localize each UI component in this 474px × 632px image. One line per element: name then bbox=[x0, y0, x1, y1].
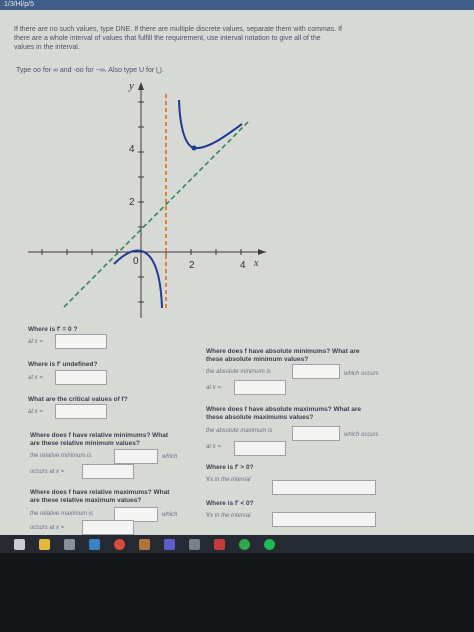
chrome-icon[interactable] bbox=[114, 538, 125, 550]
q4-occurs: occurs at x = bbox=[30, 469, 65, 475]
q1-input[interactable] bbox=[55, 334, 107, 349]
curve-right-branch bbox=[178, 99, 243, 150]
slant-asymptote bbox=[63, 119, 251, 308]
function-graph: 4 2 0 2 4 y x bbox=[28, 80, 266, 318]
q2-input[interactable] bbox=[55, 370, 107, 385]
q6-abs-min-input[interactable] bbox=[292, 364, 340, 379]
q4-label-2: are these relative minimum values? bbox=[30, 440, 140, 447]
instructions-line-3: values in the interval. bbox=[14, 44, 80, 51]
q4-min-value-input[interactable] bbox=[114, 449, 158, 464]
q6-label-2: these absolute minimum values? bbox=[206, 356, 309, 363]
q5-label-2: are these relative maximum values? bbox=[30, 497, 142, 504]
spotify-icon[interactable] bbox=[264, 538, 275, 550]
instructions-line-2: there are a whole interval of values tha… bbox=[14, 35, 321, 42]
q6-at: at x = bbox=[206, 385, 221, 391]
taskbar bbox=[0, 535, 474, 553]
y-axis-label: y bbox=[128, 80, 134, 92]
tab-title: 1/3/Hl/p/5 bbox=[4, 1, 34, 8]
origin-label: 0 bbox=[133, 256, 139, 267]
q9-sub: ∀x in the interval bbox=[206, 513, 251, 519]
q2-label: Where is f′ undefined? bbox=[28, 361, 98, 368]
q9-label: Where is f′ < 0? bbox=[206, 500, 254, 507]
q6-at-input[interactable] bbox=[234, 380, 286, 395]
q1-label: Where is f′ = 0 ? bbox=[28, 326, 78, 333]
teams-icon[interactable] bbox=[164, 538, 175, 550]
x-axis-label: x bbox=[253, 258, 259, 269]
windows-start-icon[interactable] bbox=[14, 538, 25, 550]
store-icon[interactable] bbox=[64, 538, 75, 550]
q7-label-2: these absolute maximums values? bbox=[206, 414, 314, 421]
browser-top-bar: 1/3/Hl/p/5 bbox=[0, 0, 474, 10]
instructions-line-4: Type oo for ∞ and -oo for −∞. Also type … bbox=[16, 67, 164, 74]
q4-occurs-input[interactable] bbox=[82, 464, 134, 479]
q5-which: which bbox=[162, 512, 178, 518]
y-axis-arrow bbox=[138, 82, 144, 90]
q8-sub: ∀x in the interval bbox=[206, 477, 251, 483]
q3-at: at x = bbox=[28, 409, 43, 415]
green-app-icon[interactable] bbox=[239, 538, 250, 550]
q5-sub: the relative maximum is bbox=[30, 511, 94, 517]
x-tick-2: 2 bbox=[189, 260, 195, 271]
screen: 1/3/Hl/p/5 If there are no such values, … bbox=[0, 0, 474, 535]
q8-label: Where is f′ > 0? bbox=[206, 464, 254, 471]
q3-input[interactable] bbox=[55, 404, 107, 419]
q7-at: at x = bbox=[206, 444, 221, 450]
q7-label-1: Where does f have absolute maximums? Wha… bbox=[206, 406, 361, 413]
y-tick-2: 2 bbox=[129, 197, 135, 208]
q5-label-1: Where does f have relative maximums? Wha… bbox=[30, 489, 170, 496]
q7-which: which occurs bbox=[344, 432, 379, 438]
x-tick-4: 4 bbox=[240, 260, 246, 271]
q7-abs-max-input[interactable] bbox=[292, 426, 340, 441]
instructions-line-1: If there are no such values, type DNE. I… bbox=[14, 26, 342, 33]
q5-occurs: occurs at x = bbox=[30, 525, 65, 531]
q7-at-input[interactable] bbox=[234, 441, 286, 456]
q4-which: which bbox=[162, 454, 178, 460]
mail-icon[interactable] bbox=[89, 538, 100, 550]
q7-sub: the absolute maximum is bbox=[206, 428, 273, 434]
y-tick-4: 4 bbox=[129, 144, 135, 155]
q6-sub: the absolute minimum is bbox=[206, 369, 271, 375]
file-explorer-icon[interactable] bbox=[39, 538, 50, 550]
q3-label: What are the critical values of f? bbox=[28, 396, 128, 403]
q5-occurs-input[interactable] bbox=[82, 520, 134, 535]
app2-icon[interactable] bbox=[189, 538, 200, 550]
q2-at: at x = bbox=[28, 375, 43, 381]
q8-interval-input[interactable] bbox=[272, 480, 376, 495]
q6-label-1: Where does f have absolute minimums? Wha… bbox=[206, 348, 360, 355]
q4-sub: the relative minimum is bbox=[30, 453, 92, 459]
monitor-bezel bbox=[0, 553, 474, 632]
x-axis-arrow bbox=[258, 249, 266, 255]
local-min-point bbox=[191, 145, 197, 151]
media-icon[interactable] bbox=[214, 538, 225, 550]
q4-label-1: Where does f have relative minimums? Wha… bbox=[30, 432, 168, 439]
q9-interval-input[interactable] bbox=[272, 512, 376, 527]
q1-at: at x = bbox=[28, 339, 43, 345]
app-icon[interactable] bbox=[139, 538, 150, 550]
q6-which: which occurs bbox=[344, 371, 379, 377]
